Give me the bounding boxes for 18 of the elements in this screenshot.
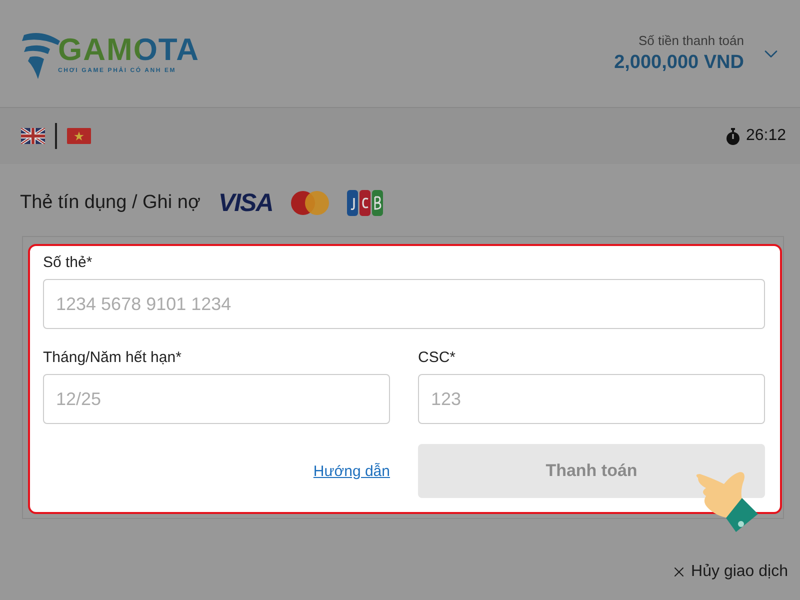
card-number-field[interactable]: 1234 5678 9101 1234 (43, 279, 765, 329)
field-label: CSC* (418, 349, 457, 366)
expiry-field[interactable]: 12/25 (43, 374, 390, 424)
amount-label: Số tiền thanh toán (638, 33, 744, 48)
guide-link[interactable]: Hướng dẫn (313, 462, 390, 480)
uk-flag-icon[interactable] (21, 128, 45, 144)
amount-value: 2,000,000 VND (614, 52, 744, 74)
field-label: Số thẻ* (43, 254, 94, 271)
jcb-logo (346, 190, 383, 216)
csc-field[interactable]: 123 (418, 374, 765, 424)
visa-logo: VISA (218, 188, 273, 218)
mastercard-logo (290, 191, 329, 215)
payment-method-title: Thẻ tín dụng / Ghi nợ (20, 192, 200, 214)
field-label: Tháng/Năm hết hạn* (43, 349, 182, 366)
timer-text: 26:12 (746, 127, 786, 145)
vietnam-flag-icon[interactable] (67, 128, 91, 144)
stopwatch-icon (726, 128, 740, 144)
cancel-link[interactable]: Hủy giao dịch (671, 563, 788, 581)
